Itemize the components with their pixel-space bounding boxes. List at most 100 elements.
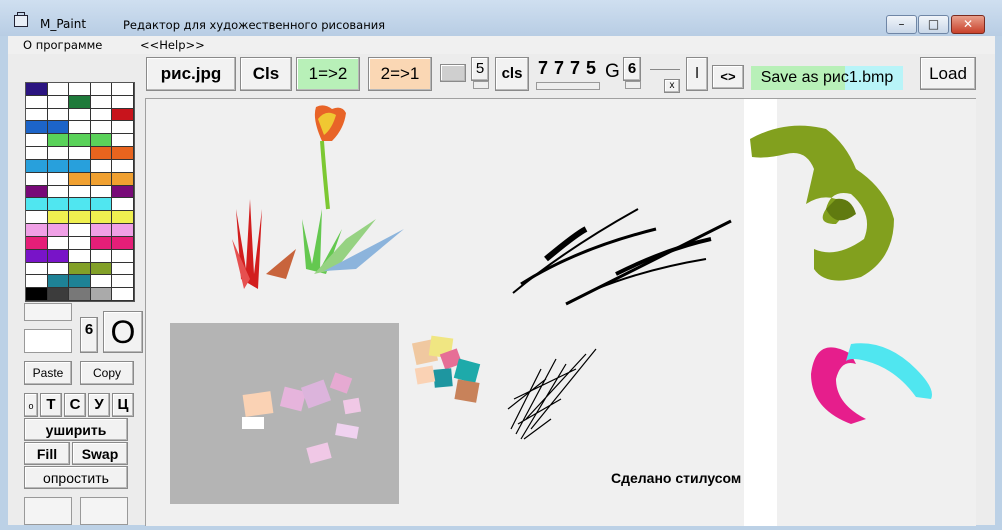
palette-swatch[interactable]: [47, 147, 70, 160]
color-swatch-button[interactable]: [440, 64, 466, 82]
palette-swatch[interactable]: [47, 95, 70, 109]
shape-o-button[interactable]: O: [103, 311, 143, 353]
paste-button[interactable]: Paste: [24, 361, 72, 385]
size-value[interactable]: 6: [80, 317, 98, 353]
palette-swatch[interactable]: [90, 95, 113, 109]
palette-swatch[interactable]: [112, 159, 134, 173]
widen-button[interactable]: уширить: [24, 418, 128, 441]
open-jpg-button[interactable]: рис.jpg: [146, 57, 236, 91]
drawing-canvas[interactable]: Сделано стилусом: [145, 98, 976, 526]
palette-swatch[interactable]: [69, 121, 91, 135]
palette-swatch[interactable]: [26, 185, 48, 199]
copy-button[interactable]: Copy: [80, 361, 134, 385]
palette-swatch[interactable]: [26, 198, 48, 212]
simplify-button[interactable]: опростить: [24, 466, 128, 489]
palette-swatch[interactable]: [69, 83, 91, 96]
palette-swatch[interactable]: [69, 147, 91, 160]
palette-swatch[interactable]: [90, 134, 113, 148]
palette-swatch[interactable]: [47, 121, 70, 135]
palette-swatch[interactable]: [90, 275, 113, 289]
mode-s-button[interactable]: С: [64, 393, 86, 417]
swap-button[interactable]: Swap: [72, 442, 128, 465]
palette-swatch[interactable]: [47, 159, 70, 173]
palette-swatch[interactable]: [112, 236, 134, 250]
width-spinner[interactable]: [473, 81, 489, 89]
palette-swatch[interactable]: [47, 172, 70, 186]
palette-swatch[interactable]: [90, 185, 113, 199]
palette-swatch[interactable]: [90, 249, 113, 263]
palette-swatch[interactable]: [112, 224, 134, 237]
palette-swatch[interactable]: [90, 224, 113, 237]
palette-swatch[interactable]: [112, 83, 134, 96]
palette-swatch[interactable]: [112, 121, 134, 135]
palette-swatch[interactable]: [26, 134, 48, 148]
palette-swatch[interactable]: [112, 134, 134, 148]
palette-swatch[interactable]: [90, 159, 113, 173]
close-button[interactable]: ✕: [951, 15, 985, 34]
minimize-button[interactable]: –: [886, 15, 917, 34]
palette-swatch[interactable]: [47, 185, 70, 199]
palette-swatch[interactable]: [26, 262, 48, 276]
palette-swatch[interactable]: [112, 262, 134, 276]
palette-swatch[interactable]: [26, 172, 48, 186]
palette-swatch[interactable]: [90, 147, 113, 160]
size-input[interactable]: [24, 329, 72, 353]
palette-swatch[interactable]: [90, 288, 113, 301]
palette-swatch[interactable]: [26, 288, 48, 301]
menu-help[interactable]: <<Help>>: [140, 38, 205, 52]
palette-swatch[interactable]: [112, 95, 134, 109]
mode-ts-button[interactable]: Ц: [112, 393, 134, 417]
save-as-button[interactable]: Save as рис1.bmp: [751, 66, 903, 90]
palette-swatch[interactable]: [26, 159, 48, 173]
palette-swatch[interactable]: [112, 288, 134, 301]
palette-swatch[interactable]: [26, 236, 48, 250]
copy-1-to-2-button[interactable]: 1=>2: [296, 57, 360, 91]
fill-button[interactable]: Fill: [24, 442, 70, 465]
palette-swatch[interactable]: [112, 249, 134, 263]
palette-swatch[interactable]: [112, 211, 134, 225]
palette-swatch[interactable]: [47, 288, 70, 301]
palette-swatch[interactable]: [47, 262, 70, 276]
palette-swatch[interactable]: [26, 121, 48, 135]
palette-swatch[interactable]: [112, 185, 134, 199]
palette-swatch[interactable]: [47, 83, 70, 96]
palette-swatch[interactable]: [47, 249, 70, 263]
palette-swatch[interactable]: [26, 249, 48, 263]
menu-about[interactable]: О программе: [23, 38, 102, 52]
palette-swatch[interactable]: [69, 288, 91, 301]
palette-swatch[interactable]: [90, 262, 113, 276]
palette-swatch[interactable]: [47, 198, 70, 212]
palette-swatch[interactable]: [69, 224, 91, 237]
palette-swatch[interactable]: [112, 172, 134, 186]
palette-swatch[interactable]: [69, 108, 91, 122]
palette-swatch[interactable]: [90, 198, 113, 212]
palette-swatch[interactable]: [90, 236, 113, 250]
load-button[interactable]: Load: [920, 57, 976, 90]
palette-swatch[interactable]: [26, 83, 48, 96]
palette-swatch[interactable]: [47, 224, 70, 237]
mode-u-button[interactable]: У: [88, 393, 110, 417]
palette-swatch[interactable]: [90, 83, 113, 96]
palette-swatch[interactable]: [90, 172, 113, 186]
mode-small-o-button[interactable]: o: [24, 393, 38, 417]
palette-swatch[interactable]: [26, 211, 48, 225]
palette-swatch[interactable]: [69, 236, 91, 250]
palette-swatch[interactable]: [112, 198, 134, 212]
palette-swatch[interactable]: [112, 108, 134, 122]
maximize-button[interactable]: □: [918, 15, 949, 34]
palette-swatch[interactable]: [69, 249, 91, 263]
palette-swatch[interactable]: [69, 262, 91, 276]
palette-swatch[interactable]: [47, 211, 70, 225]
clear-all-button[interactable]: Cls: [240, 57, 292, 91]
palette-swatch[interactable]: [90, 108, 113, 122]
palette-swatch[interactable]: [69, 159, 91, 173]
palette-swatch[interactable]: [112, 275, 134, 289]
palette-swatch[interactable]: [69, 275, 91, 289]
color-palette[interactable]: [25, 82, 135, 302]
swap-arrows-button[interactable]: <>: [712, 65, 744, 89]
palette-swatch[interactable]: [90, 211, 113, 225]
palette-swatch[interactable]: [47, 134, 70, 148]
digits-spinner[interactable]: [536, 82, 600, 90]
g-spinner[interactable]: [625, 81, 641, 89]
palette-swatch[interactable]: [69, 198, 91, 212]
